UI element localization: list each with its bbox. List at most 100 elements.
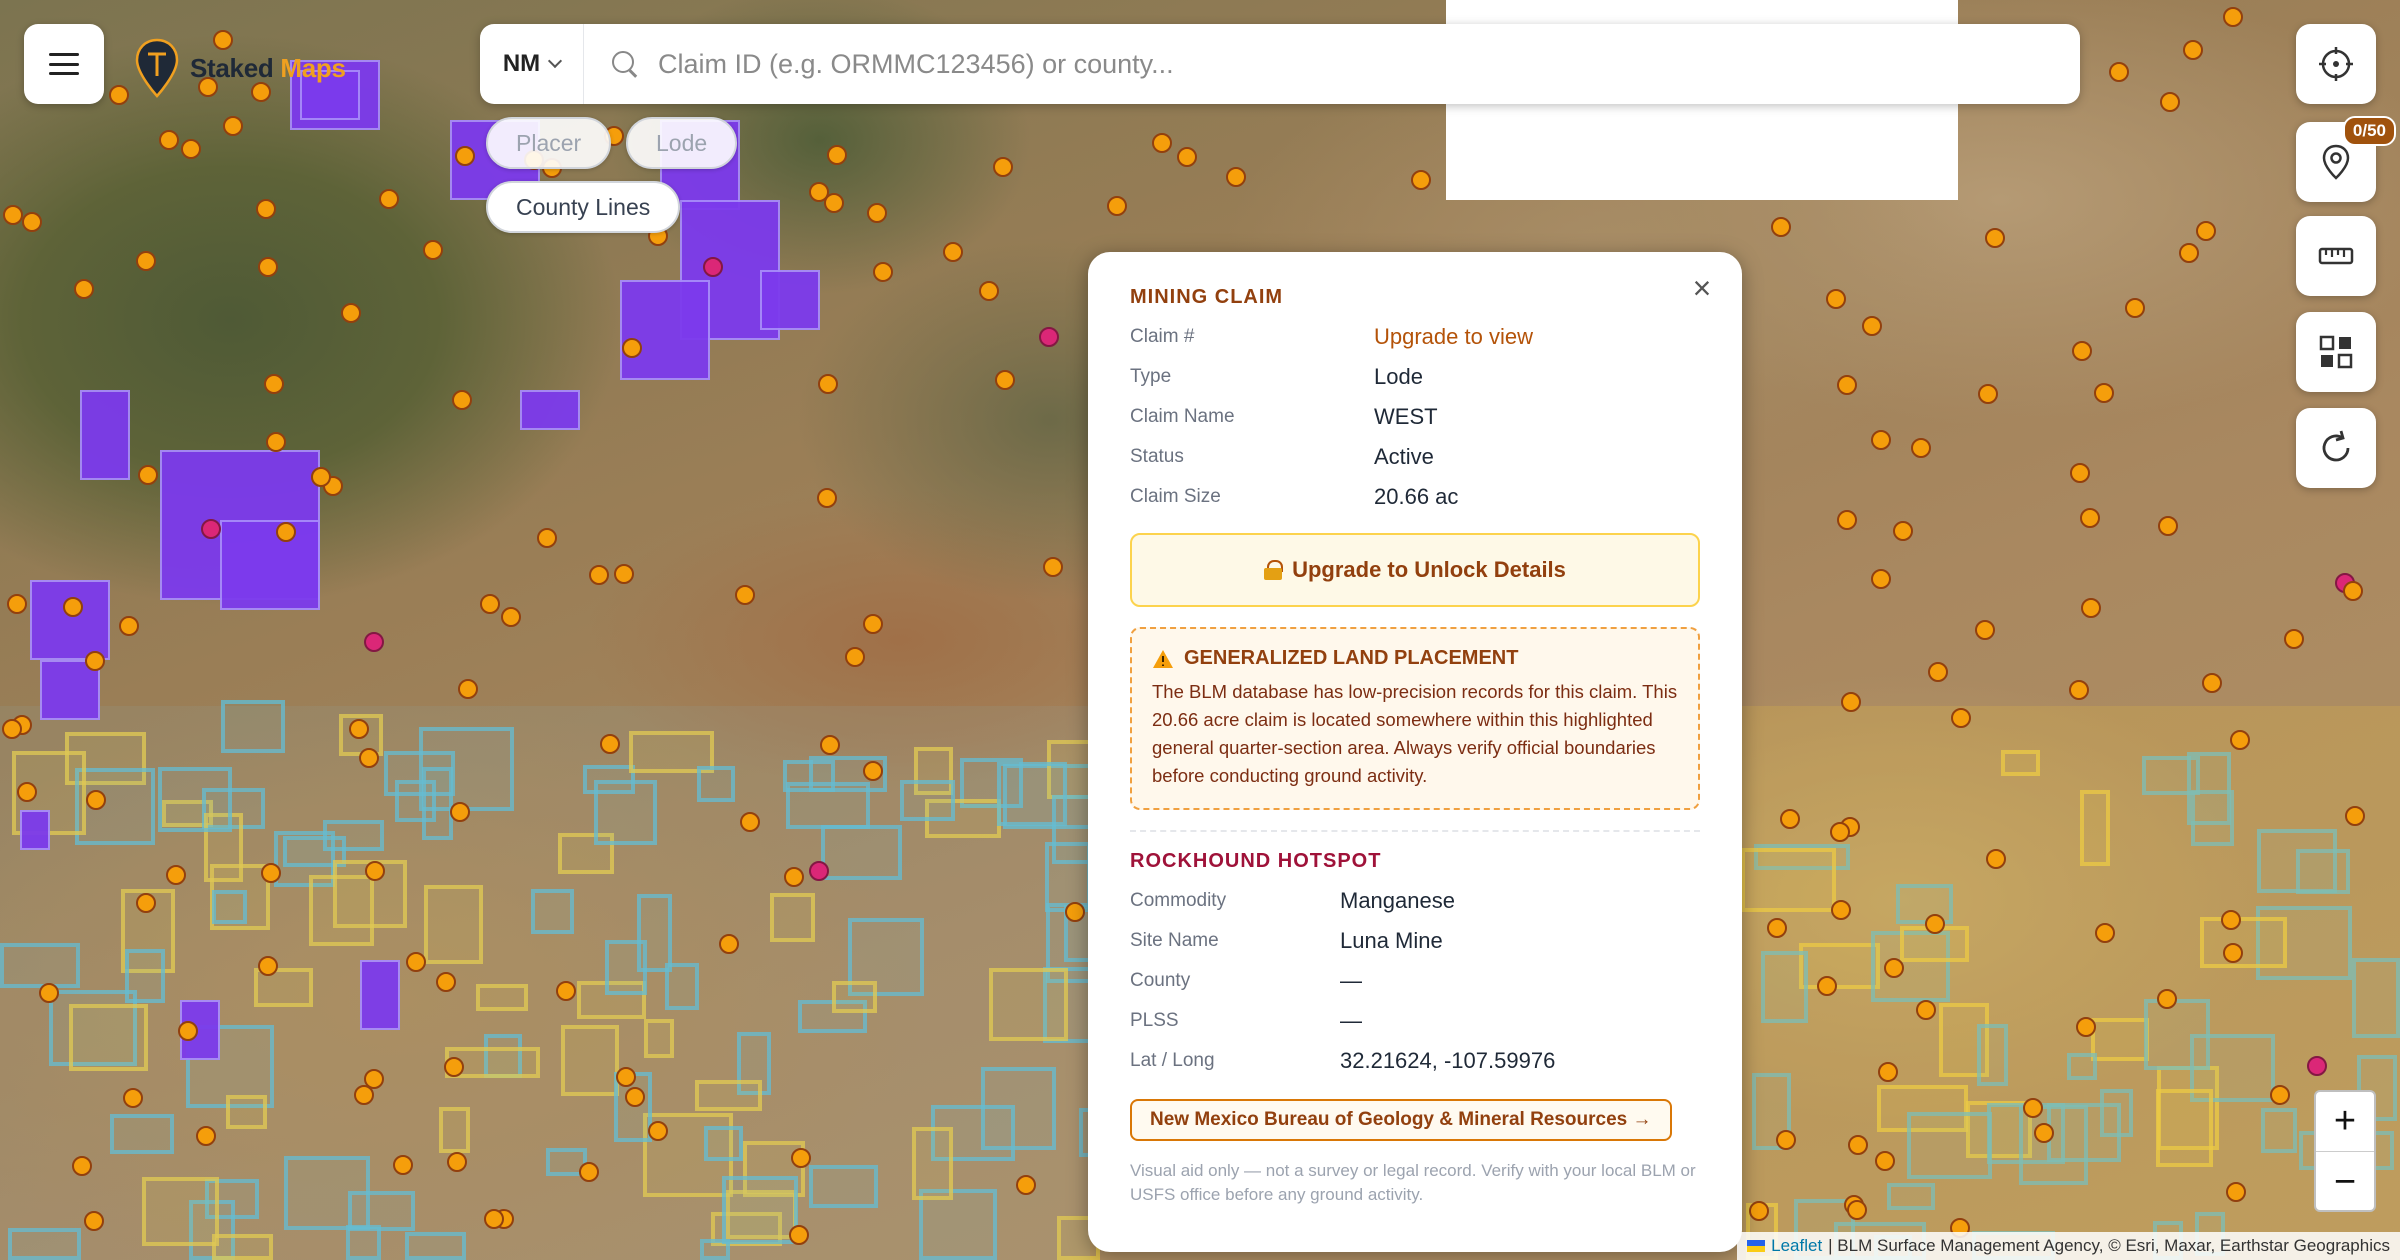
rockhound-hotspot-marker[interactable]: [1817, 976, 1837, 996]
rockhound-hotspot-marker[interactable]: [119, 616, 139, 636]
rockhound-hotspot-marker[interactable]: [995, 370, 1015, 390]
rockhound-hotspot-marker[interactable]: [1841, 692, 1861, 712]
rockhound-hotspot-marker[interactable]: [2270, 1085, 2290, 1105]
layers-grid-button[interactable]: [2296, 312, 2376, 392]
rockhound-hotspot-marker[interactable]: [579, 1162, 599, 1182]
rockhound-hotspot-marker[interactable]: [735, 585, 755, 605]
rockhound-hotspot-marker[interactable]: [784, 867, 804, 887]
rockhound-hotspot-marker[interactable]: [2034, 1123, 2054, 1143]
rockhound-hotspot-marker[interactable]: [1830, 822, 1850, 842]
rockhound-hotspot-marker[interactable]: [863, 761, 883, 781]
rockhound-hotspot-marker[interactable]: [1978, 384, 1998, 404]
rockhound-hotspot-marker[interactable]: [1847, 1200, 1867, 1220]
rockhound-hotspot-marker[interactable]: [863, 614, 883, 634]
rockhound-hotspot-marker[interactable]: [1831, 900, 1851, 920]
rockhound-hotspot-marker[interactable]: [261, 863, 281, 883]
rockhound-hotspot-marker[interactable]: [2157, 989, 2177, 1009]
rockhound-hotspot-marker[interactable]: [2160, 92, 2180, 112]
rockhound-hotspot-marker[interactable]: [1884, 958, 1904, 978]
rockhound-hotspot-marker[interactable]: [2196, 221, 2216, 241]
leaflet-link[interactable]: Leaflet: [1771, 1236, 1822, 1256]
rockhound-hotspot-marker[interactable]: [1893, 521, 1913, 541]
rockhound-hotspot-marker[interactable]: [452, 390, 472, 410]
state-select[interactable]: NM: [480, 24, 584, 104]
rockhound-hotspot-marker[interactable]: [85, 651, 105, 671]
rockhound-hotspot-marker[interactable]: [1878, 1062, 1898, 1082]
rockhound-hotspot-marker[interactable]: [1107, 196, 1127, 216]
rockhound-hotspot-marker[interactable]: [2345, 806, 2365, 826]
rockhound-hotspot-marker[interactable]: [2284, 629, 2304, 649]
rockhound-hotspot-marker[interactable]: [827, 145, 847, 165]
rockhound-hotspot-marker[interactable]: [109, 85, 129, 105]
rockhound-hotspot-marker[interactable]: [458, 679, 478, 699]
rockhound-hotspot-marker[interactable]: [406, 952, 426, 972]
mining-claim-polygon[interactable]: [220, 520, 320, 610]
rockhound-hotspot-marker[interactable]: [2223, 7, 2243, 27]
rockhound-hotspot-marker[interactable]: [63, 597, 83, 617]
rockhound-hotspot-marker[interactable]: [1871, 430, 1891, 450]
mining-claim-polygon[interactable]: [360, 960, 400, 1030]
rockhound-hotspot-marker[interactable]: [1985, 228, 2005, 248]
rockhound-hotspot-marker[interactable]: [1771, 217, 1791, 237]
saved-pins-button[interactable]: 0/50: [2296, 116, 2396, 202]
rockhound-hotspot-marker[interactable]: [824, 193, 844, 213]
rockhound-hotspot-marker[interactable]: [719, 934, 739, 954]
rockhound-hotspot-marker[interactable]: [2202, 673, 2222, 693]
rockhound-hotspot-marker[interactable]: [22, 212, 42, 232]
rockhound-hotspot-marker[interactable]: [480, 594, 500, 614]
rockhound-hotspot-marker[interactable]: [818, 374, 838, 394]
rockhound-hotspot-marker[interactable]: [501, 607, 521, 627]
rockhound-hotspot-marker[interactable]: [845, 647, 865, 667]
mining-claim-polygon[interactable]: [760, 270, 820, 330]
rockhound-hotspot-marker[interactable]: [450, 802, 470, 822]
rockhound-hotspot-marker[interactable]: [166, 865, 186, 885]
rockhound-hotspot-marker[interactable]: [1875, 1151, 1895, 1171]
rockhound-hotspot-marker[interactable]: [276, 522, 296, 542]
rockhound-hotspot-marker[interactable]: [2158, 516, 2178, 536]
mining-claim-polygon[interactable]: [30, 580, 110, 660]
rockhound-hotspot-marker[interactable]: [123, 1088, 143, 1108]
rockhound-hotspot-marker[interactable]: [703, 257, 723, 277]
rockhound-hotspot-marker[interactable]: [791, 1148, 811, 1168]
rockhound-hotspot-marker[interactable]: [2179, 243, 2199, 263]
rockhound-hotspot-marker[interactable]: [2109, 62, 2129, 82]
rockhound-hotspot-marker[interactable]: [648, 1121, 668, 1141]
rockhound-hotspot-marker[interactable]: [86, 790, 106, 810]
close-icon[interactable]: ×: [1684, 270, 1720, 306]
rockhound-hotspot-marker[interactable]: [136, 251, 156, 271]
rockhound-hotspot-marker[interactable]: [600, 734, 620, 754]
rockhound-hotspot-marker[interactable]: [993, 157, 1013, 177]
mining-claim-polygon[interactable]: [620, 280, 710, 380]
rockhound-hotspot-marker[interactable]: [614, 564, 634, 584]
zoom-out-button[interactable]: −: [2316, 1152, 2374, 1210]
rockhound-hotspot-marker[interactable]: [1975, 620, 1995, 640]
rockhound-hotspot-marker[interactable]: [1826, 289, 1846, 309]
rockhound-hotspot-marker[interactable]: [2230, 730, 2250, 750]
rockhound-hotspot-marker[interactable]: [256, 199, 276, 219]
rockhound-hotspot-marker[interactable]: [2307, 1056, 2327, 1076]
rockhound-hotspot-marker[interactable]: [1177, 147, 1197, 167]
rockhound-hotspot-marker[interactable]: [349, 719, 369, 739]
rockhound-hotspot-marker[interactable]: [2023, 1098, 2043, 1118]
rockhound-hotspot-marker[interactable]: [365, 861, 385, 881]
rockhound-hotspot-marker[interactable]: [2095, 923, 2115, 943]
rockhound-hotspot-marker[interactable]: [2076, 1017, 2096, 1037]
rockhound-hotspot-marker[interactable]: [359, 748, 379, 768]
rockhound-hotspot-marker[interactable]: [2069, 680, 2089, 700]
rockhound-hotspot-marker[interactable]: [379, 189, 399, 209]
rockhound-hotspot-marker[interactable]: [178, 1021, 198, 1041]
rockhound-hotspot-marker[interactable]: [1911, 438, 1931, 458]
upgrade-unlock-button[interactable]: Upgrade to Unlock Details: [1130, 533, 1700, 607]
rockhound-hotspot-marker[interactable]: [2221, 910, 2241, 930]
rockhound-hotspot-marker[interactable]: [1767, 918, 1787, 938]
rockhound-hotspot-marker[interactable]: [2125, 298, 2145, 318]
rockhound-hotspot-marker[interactable]: [2, 719, 22, 739]
rockhound-hotspot-marker[interactable]: [616, 1067, 636, 1087]
rockhound-hotspot-marker[interactable]: [556, 981, 576, 1001]
rockhound-hotspot-marker[interactable]: [625, 1087, 645, 1107]
layer-chip-lode[interactable]: Lode: [626, 117, 738, 169]
rockhound-hotspot-marker[interactable]: [1043, 557, 1063, 577]
rockhound-hotspot-marker[interactable]: [264, 374, 284, 394]
rockhound-hotspot-marker[interactable]: [1039, 327, 1059, 347]
rockhound-hotspot-marker[interactable]: [1065, 902, 1085, 922]
